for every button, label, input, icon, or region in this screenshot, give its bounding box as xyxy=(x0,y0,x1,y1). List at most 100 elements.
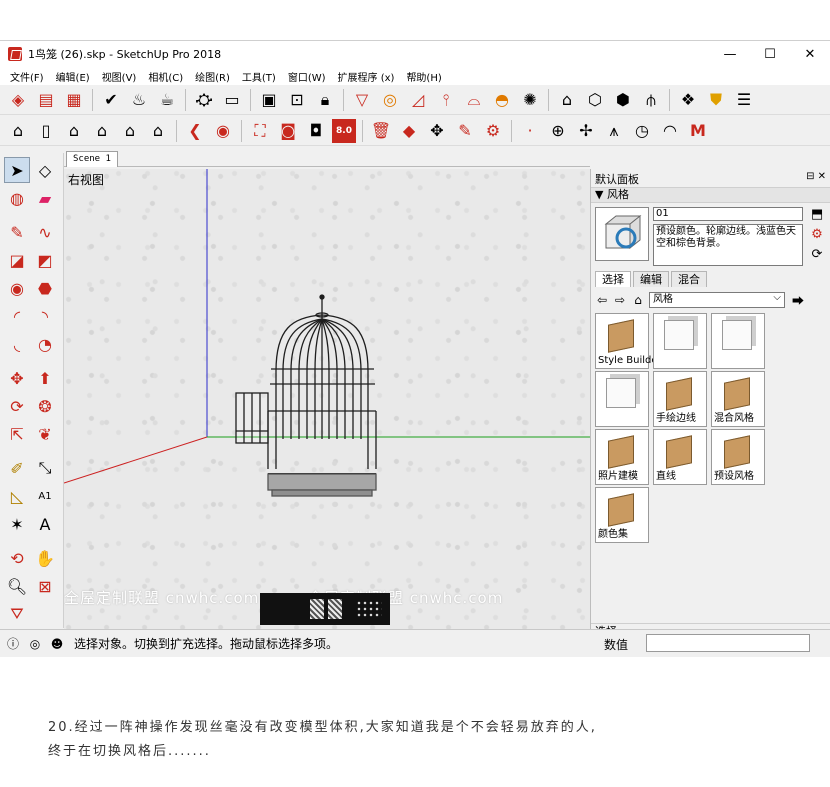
sandbox-flat-icon[interactable]: ▭ xyxy=(220,88,244,112)
style-item[interactable]: 颜色集 xyxy=(595,487,649,543)
offset-icon[interactable]: ❦ xyxy=(32,421,58,447)
3d-text-icon[interactable]: A xyxy=(32,511,58,537)
arc-tool-icon[interactable]: ◜ xyxy=(4,303,30,329)
scene-thumbnail-strip[interactable] xyxy=(260,593,390,625)
tape-measure-icon[interactable]: ✐ xyxy=(4,455,30,481)
pencil-icon[interactable]: ✎ xyxy=(4,219,30,245)
menu-window[interactable]: 窗口(W) xyxy=(282,69,332,84)
move-arrows-icon[interactable]: ✥ xyxy=(425,119,449,143)
funnel-icon[interactable]: ▽ xyxy=(350,88,374,112)
style-item[interactable]: 混合风格 xyxy=(711,371,765,427)
polygon-icon[interactable]: ⬣ xyxy=(32,275,58,301)
lock-icon[interactable]: 🔒︎ xyxy=(313,88,337,112)
house-side-icon[interactable]: ⌂ xyxy=(146,119,170,143)
outliner-icon[interactable]: ▤ xyxy=(34,88,58,112)
menu-extensions[interactable]: 扩展程序 (x) xyxy=(332,69,401,84)
trash-icon[interactable]: 🗑︎ xyxy=(369,119,393,143)
style-item[interactable]: 预设风格 xyxy=(711,429,765,485)
axis-icon[interactable]: ✢ xyxy=(574,119,598,143)
forward-icon[interactable]: ⇨ xyxy=(613,293,627,307)
stamp-icon[interactable]: ⌂ xyxy=(555,88,579,112)
check-icon[interactable]: ✔ xyxy=(99,88,123,112)
style-item[interactable]: Style Builder xyxy=(595,313,662,369)
save-style-icon[interactable]: ⬒ xyxy=(808,207,826,227)
home-icon[interactable]: ⌂ xyxy=(62,119,86,143)
layers-icon[interactable]: ◈ xyxy=(6,88,30,112)
cube-dark-icon[interactable]: ⬢ xyxy=(611,88,635,112)
text-icon[interactable]: A1 xyxy=(32,483,58,509)
eye-icon[interactable]: ◉ xyxy=(211,119,235,143)
sun-icon[interactable]: ✺ xyxy=(518,88,542,112)
measurements-input[interactable] xyxy=(646,634,810,652)
menu-tools[interactable]: 工具(T) xyxy=(236,69,282,84)
compass-icon[interactable]: ⊕ xyxy=(546,119,570,143)
dot-icon[interactable]: · xyxy=(518,119,542,143)
tab-edit[interactable]: 编辑 xyxy=(633,271,669,287)
maximize-button[interactable]: ☐ xyxy=(750,41,790,67)
version-badge-icon[interactable]: 8.0 xyxy=(332,118,356,143)
teapot-icon[interactable]: ♨ xyxy=(127,88,151,112)
sandbox-icon[interactable]: ⛮ xyxy=(192,88,216,112)
style-item[interactable] xyxy=(653,313,707,369)
collection-dropdown[interactable]: 风格 xyxy=(649,291,785,308)
photo-icon[interactable]: ◘ xyxy=(304,119,328,143)
eraser-icon[interactable]: ▰ xyxy=(32,185,58,211)
ring-icon[interactable]: ◎ xyxy=(378,88,402,112)
hemisphere-icon[interactable]: ◓ xyxy=(490,88,514,112)
shield-icon[interactable]: ⛊ xyxy=(704,88,728,112)
pie-icon[interactable]: ◔ xyxy=(32,331,58,357)
style-item[interactable] xyxy=(595,371,649,427)
menu-view[interactable]: 视图(V) xyxy=(96,69,143,84)
cube-icon[interactable]: ⬡ xyxy=(583,88,607,112)
teapot-hand-icon[interactable]: ☕ xyxy=(155,88,179,112)
list-icon[interactable]: ☰ xyxy=(732,88,756,112)
pan-hand-icon[interactable]: ✋ xyxy=(32,545,58,571)
zoom-window-icon[interactable]: ⊠ xyxy=(32,573,58,599)
menu-draw[interactable]: 绘图(R) xyxy=(189,69,236,84)
select-arrow-icon[interactable]: ➤ xyxy=(4,157,30,183)
style-item[interactable]: 手绘边线 xyxy=(653,371,707,427)
geo-location-icon[interactable]: ⓘ xyxy=(4,635,22,652)
rotated-rect-icon[interactable]: ◩ xyxy=(32,247,58,273)
camera-icon[interactable]: ◙ xyxy=(276,119,300,143)
door-icon[interactable]: ▯ xyxy=(34,119,58,143)
scenes-icon[interactable]: ▦ xyxy=(62,88,86,112)
arc3-icon[interactable]: ◟ xyxy=(4,331,30,357)
menu-file[interactable]: 文件(F) xyxy=(4,69,50,84)
antenna-icon[interactable]: ⫯ xyxy=(434,88,458,112)
credits-icon[interactable]: ◎ xyxy=(26,637,44,651)
orbit-icon[interactable]: ⟲ xyxy=(4,545,30,571)
tab-select[interactable]: 选择 xyxy=(595,271,631,287)
axes-icon[interactable]: ✶ xyxy=(4,511,30,537)
house-iso-icon[interactable]: ⌂ xyxy=(6,119,30,143)
component-icon[interactable]: ◇ xyxy=(32,157,58,183)
tripod-icon[interactable]: ⩚ xyxy=(602,119,626,143)
styles-section-header[interactable]: ▼ 风格 xyxy=(591,187,830,203)
gear-arrows-icon[interactable]: ⚙ xyxy=(481,119,505,143)
menu-camera[interactable]: 相机(C) xyxy=(142,69,189,84)
m-icon[interactable]: M xyxy=(686,119,710,143)
details-arrow-icon[interactable]: ⮕ xyxy=(791,292,805,309)
style-description-field[interactable]: 预设颜色。轮廓边线。浅蓝色天空和棕色背景。 xyxy=(653,224,803,266)
paint-bucket-icon[interactable]: ◍ xyxy=(4,185,30,211)
tray-close-icon[interactable]: ⊟ ✕ xyxy=(806,171,826,182)
house-outline-icon[interactable]: ⌂ xyxy=(118,119,142,143)
style-item[interactable] xyxy=(711,313,765,369)
push-pull-icon[interactable]: ⬆ xyxy=(32,365,58,391)
eraser-3d-icon[interactable]: ◆ xyxy=(397,119,421,143)
scale-icon[interactable]: ⇱ xyxy=(4,421,30,447)
follow-me-icon[interactable]: ❂ xyxy=(32,393,58,419)
scene-tab[interactable]: Scene 1 xyxy=(66,151,118,167)
angle-icon[interactable]: ◿ xyxy=(406,88,430,112)
frame-teapot-icon[interactable]: ⊡ xyxy=(285,88,309,112)
thumbnail[interactable] xyxy=(310,599,324,619)
menu-edit[interactable]: 编辑(E) xyxy=(50,69,96,84)
zoom-icon[interactable]: 🔍︎ xyxy=(4,573,30,599)
update-style-icon[interactable]: ⚙ xyxy=(808,227,826,247)
style-item[interactable]: 照片建模 xyxy=(595,429,649,485)
user-icon[interactable]: ☻ xyxy=(48,637,66,651)
thumbnail[interactable] xyxy=(328,599,342,619)
components-icon[interactable]: ❖ xyxy=(676,88,700,112)
walk-icon[interactable]: ⛛ xyxy=(4,601,30,627)
frame-icon[interactable]: ▣ xyxy=(257,88,281,112)
